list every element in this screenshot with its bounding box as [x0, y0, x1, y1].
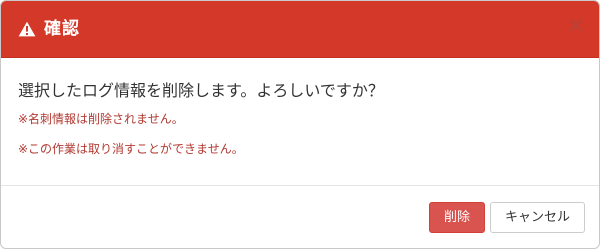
- dialog-title: 確認: [44, 19, 80, 39]
- close-icon: [568, 16, 584, 34]
- confirm-message: 選択したログ情報を削除します。よろしいですか？: [18, 81, 384, 100]
- close-button[interactable]: [568, 16, 584, 34]
- note-business-card: ※名刺情報は削除されません。: [18, 112, 184, 126]
- dialog-footer: 削除 キャンセル: [1, 186, 599, 248]
- cancel-button[interactable]: キャンセル: [490, 202, 585, 233]
- note-irreversible: ※この作業は取り消すことができません。: [18, 142, 244, 156]
- dialog-header: 確認: [1, 1, 599, 58]
- delete-button[interactable]: 削除: [429, 202, 485, 233]
- warning-icon: [18, 21, 36, 37]
- confirm-dialog: 確認 選択したログ情報を削除します。よろしいですか？ ※名刺情報は削除されません…: [0, 0, 600, 249]
- dialog-body: 選択したログ情報を削除します。よろしいですか？ ※名刺情報は削除されません。 ※…: [1, 58, 599, 185]
